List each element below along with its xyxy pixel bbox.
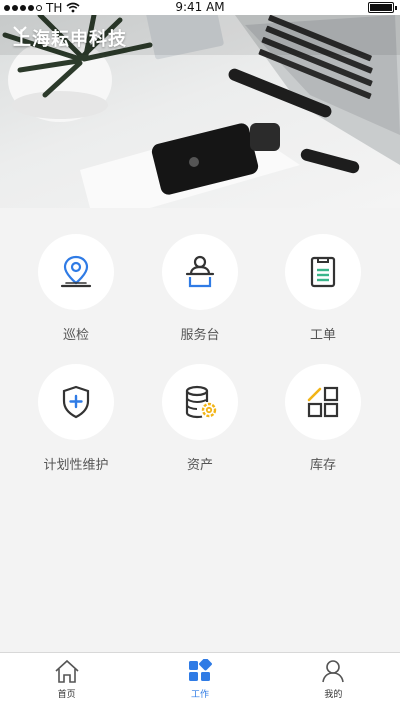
menu-item-inspection[interactable]: 巡检 <box>16 234 136 343</box>
icon-circle <box>285 364 361 440</box>
user-icon <box>322 660 345 683</box>
status-bar: TH 9:41 AM <box>0 0 400 15</box>
menu-item-assets[interactable]: 资产 <box>140 364 260 473</box>
menu-label: 巡检 <box>62 328 89 343</box>
icon-circle <box>38 364 114 440</box>
menu-label: 计划性维护 <box>43 458 109 473</box>
shield-plus-icon <box>62 385 90 419</box>
tab-home[interactable]: 首页 <box>0 653 133 703</box>
menu-item-inventory[interactable]: 库存 <box>263 364 383 473</box>
home-icon <box>55 659 79 683</box>
menu-item-planned-maintenance[interactable]: 计划性维护 <box>16 364 136 473</box>
menu-label: 工单 <box>309 328 336 343</box>
location-pin-icon <box>60 255 92 288</box>
tab-mine[interactable]: 我的 <box>267 653 400 703</box>
icon-circle <box>38 234 114 310</box>
icon-circle <box>285 234 361 310</box>
tab-work[interactable]: 工作 <box>133 653 266 703</box>
status-time: 9:41 AM <box>175 0 225 14</box>
tab-label: 我的 <box>324 690 343 700</box>
company-name: 上海耘申科技 <box>13 29 127 50</box>
hero-banner: 上海耘申科技 <box>0 15 400 208</box>
menu-label: 资产 <box>186 458 213 473</box>
grid-work-icon <box>188 659 212 681</box>
chevron-down-icon <box>13 26 27 35</box>
inventory-grid-icon <box>307 386 339 418</box>
menu-item-work-order[interactable]: 工单 <box>263 234 383 343</box>
icon-circle <box>162 234 238 310</box>
menu-label: 库存 <box>309 458 336 473</box>
company-selector[interactable]: 上海耘申科技 <box>13 25 127 51</box>
tab-label: 首页 <box>57 690 76 700</box>
battery-icon <box>368 2 397 13</box>
menu-item-service-desk[interactable]: 服务台 <box>140 234 260 343</box>
service-desk-icon <box>185 255 215 288</box>
menu-label: 服务台 <box>180 328 220 343</box>
clipboard-icon <box>310 256 336 288</box>
bottom-tab-bar: 首页 工作 我的 <box>0 652 400 703</box>
tab-label: 工作 <box>190 690 209 700</box>
icon-circle <box>162 364 238 440</box>
database-gear-icon <box>185 385 217 419</box>
